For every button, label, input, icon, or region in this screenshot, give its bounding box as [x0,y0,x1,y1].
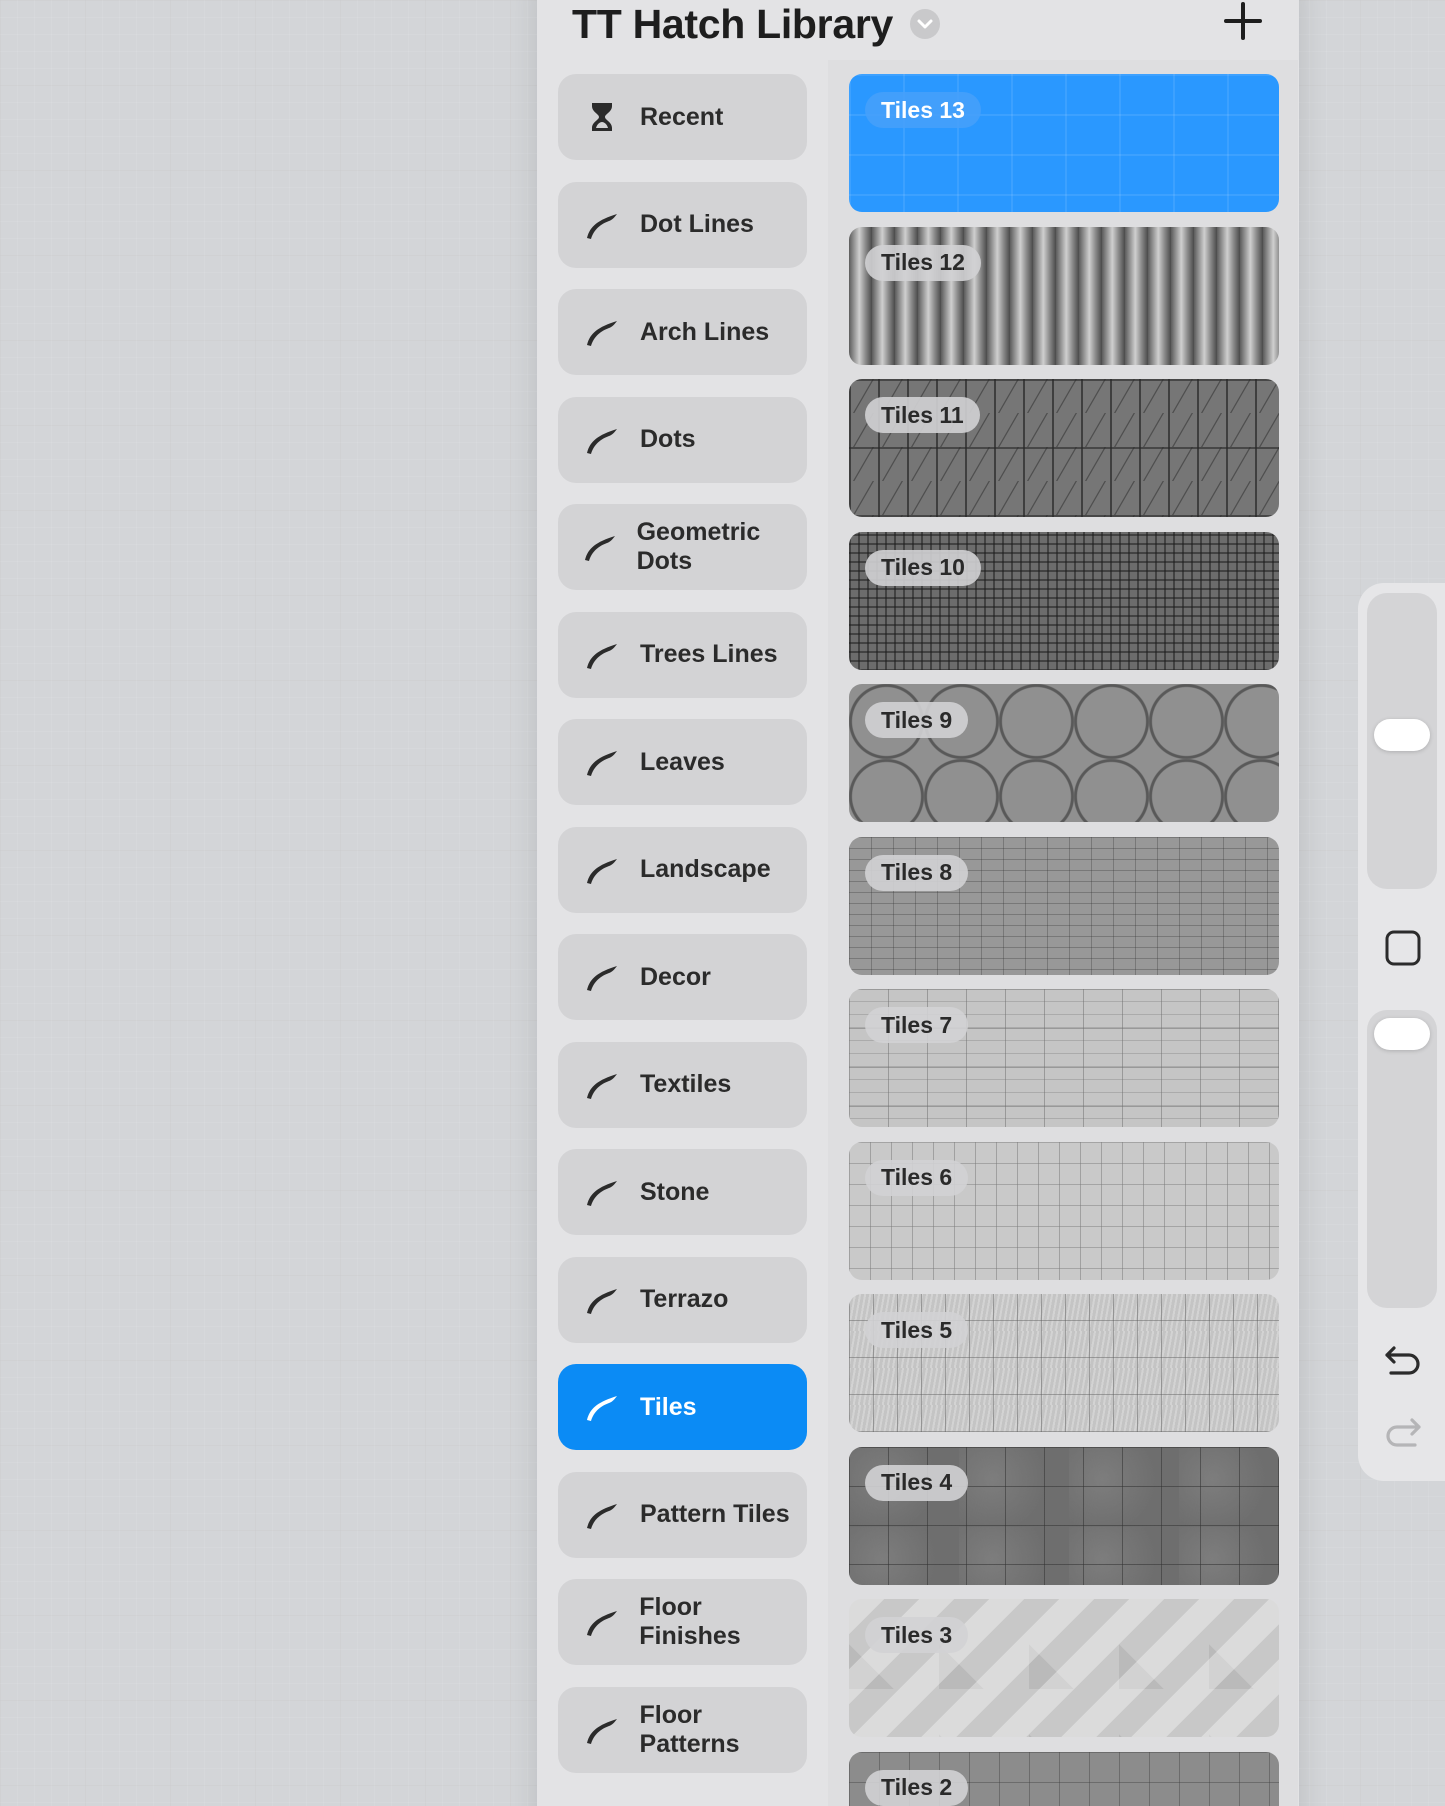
library-header: TT Hatch Library [572,0,940,48]
brush-set-label: Leaves [640,747,725,776]
redo-button[interactable] [1380,1414,1426,1454]
brush-set-geometric-dots[interactable]: Geometric Dots [558,504,807,590]
brush-label: Tiles 3 [865,1617,969,1653]
brush-stroke-icon [582,1498,622,1532]
brush-tiles-13[interactable]: Tiles 13 [849,74,1279,212]
brush-set-stone[interactable]: Stone [558,1149,807,1235]
brush-stroke-icon [582,960,622,994]
brush-label: Tiles 9 [865,702,969,738]
brush-label: Tiles 5 [865,1312,969,1348]
brush-stroke-icon [582,530,619,564]
brush-set-label: Landscape [640,855,771,883]
opacity-slider-thumb[interactable] [1374,1018,1430,1050]
brush-set-label: Tiles [640,1392,697,1421]
brush-set-label: Trees Lines [640,640,778,668]
brush-label: Tiles 4 [865,1464,969,1501]
brush-set-label: Dots [640,425,696,453]
brush-label: Tiles 8 [865,854,969,891]
brush-label: Tiles 12 [865,244,981,281]
brush-set-pattern-tiles[interactable]: Pattern Tiles [558,1471,807,1558]
brush-set-arch-lines[interactable]: Arch Lines [558,289,807,375]
brush-tiles-3[interactable]: Tiles 3 [849,1599,1279,1737]
brush-stroke-icon [582,315,622,349]
brush-set-textiles[interactable]: Textiles [558,1041,807,1128]
brush-set-floor-patterns[interactable]: Floor Patterns [558,1686,807,1773]
brush-stroke-icon [582,1713,622,1747]
brush-tiles-10[interactable]: Tiles 10 [849,531,1279,670]
library-title: TT Hatch Library [572,0,893,47]
brush-tiles-2[interactable]: Tiles 2 [849,1751,1279,1806]
brush-stroke-icon [582,1605,621,1639]
brush-set-label: Textiles [640,1070,732,1098]
hourglass-icon [582,101,622,133]
brush-stroke-icon [582,1068,622,1102]
brush-set-recent[interactable]: Recent [558,74,807,160]
undo-arrow-icon [1385,1346,1420,1375]
brush-set-decor[interactable]: Decor [558,934,807,1020]
brush-label: Tiles 6 [865,1159,969,1196]
brush-tiles-4[interactable]: Tiles 4 [849,1446,1279,1585]
brush-set-label: Floor Patterns [639,1700,740,1758]
modify-button[interactable] [1384,929,1422,967]
brush-tiles-5[interactable]: Tiles 5 [849,1294,1279,1432]
brush-set-label: Geometric Dots [636,518,761,575]
brush-label: Tiles 2 [865,1769,969,1806]
brush-set-terrazo[interactable]: Terrazo [558,1256,807,1343]
brush-tiles-12[interactable]: Tiles 12 [849,226,1279,365]
brush-label: Tiles 10 [865,549,981,586]
brush-stroke-icon [582,638,622,672]
brush-label: Tiles 13 [865,92,981,128]
brush-set-tiles[interactable]: Tiles [558,1364,807,1450]
brush-set-label: Arch Lines [640,317,770,346]
brush-tiles-11[interactable]: Tiles 11 [849,379,1279,517]
opacity-slider[interactable] [1367,1010,1437,1308]
brush-size-slider-thumb[interactable] [1374,719,1430,751]
brush-stroke-icon [582,1390,622,1424]
brush-tiles-8[interactable]: Tiles 8 [849,836,1279,975]
brush-set-label: Floor Finishes [639,1593,741,1650]
brush-stroke-icon [582,853,622,887]
brush-set-label: Stone [640,1177,710,1206]
brush-tiles-9[interactable]: Tiles 9 [849,684,1279,822]
undo-button[interactable] [1380,1342,1426,1382]
chevron-down-icon[interactable] [909,9,940,39]
brush-stroke-icon [582,423,622,457]
brush-set-leaves[interactable]: Leaves [558,719,807,805]
brush-set-trees-lines[interactable]: Trees Lines [558,611,807,698]
brush-set-dot-lines[interactable]: Dot Lines [558,181,807,268]
brush-tiles-7[interactable]: Tiles 7 [849,989,1279,1127]
brush-set-label: Recent [640,102,724,131]
brush-set-label: Decor [640,962,711,991]
brush-set-label: Pattern Tiles [640,1500,790,1528]
brush-stroke-icon [582,1283,622,1317]
brush-tiles-6[interactable]: Tiles 6 [849,1141,1279,1280]
brush-set-floor-finishes[interactable]: Floor Finishes [558,1579,807,1665]
brush-stroke-icon [582,1175,622,1209]
brush-label: Tiles 7 [865,1007,969,1043]
brush-set-label: Dot Lines [640,210,754,238]
brush-set-dots[interactable]: Dots [558,396,807,483]
square-icon [1385,930,1421,966]
brush-stroke-icon [582,745,622,779]
redo-arrow-icon [1386,1418,1421,1447]
brush-set-landscape[interactable]: Landscape [558,826,807,913]
brush-label: Tiles 11 [865,397,980,433]
plus-icon[interactable] [1216,0,1270,42]
brush-set-label: Terrazo [640,1285,729,1313]
brush-stroke-icon [582,208,622,242]
